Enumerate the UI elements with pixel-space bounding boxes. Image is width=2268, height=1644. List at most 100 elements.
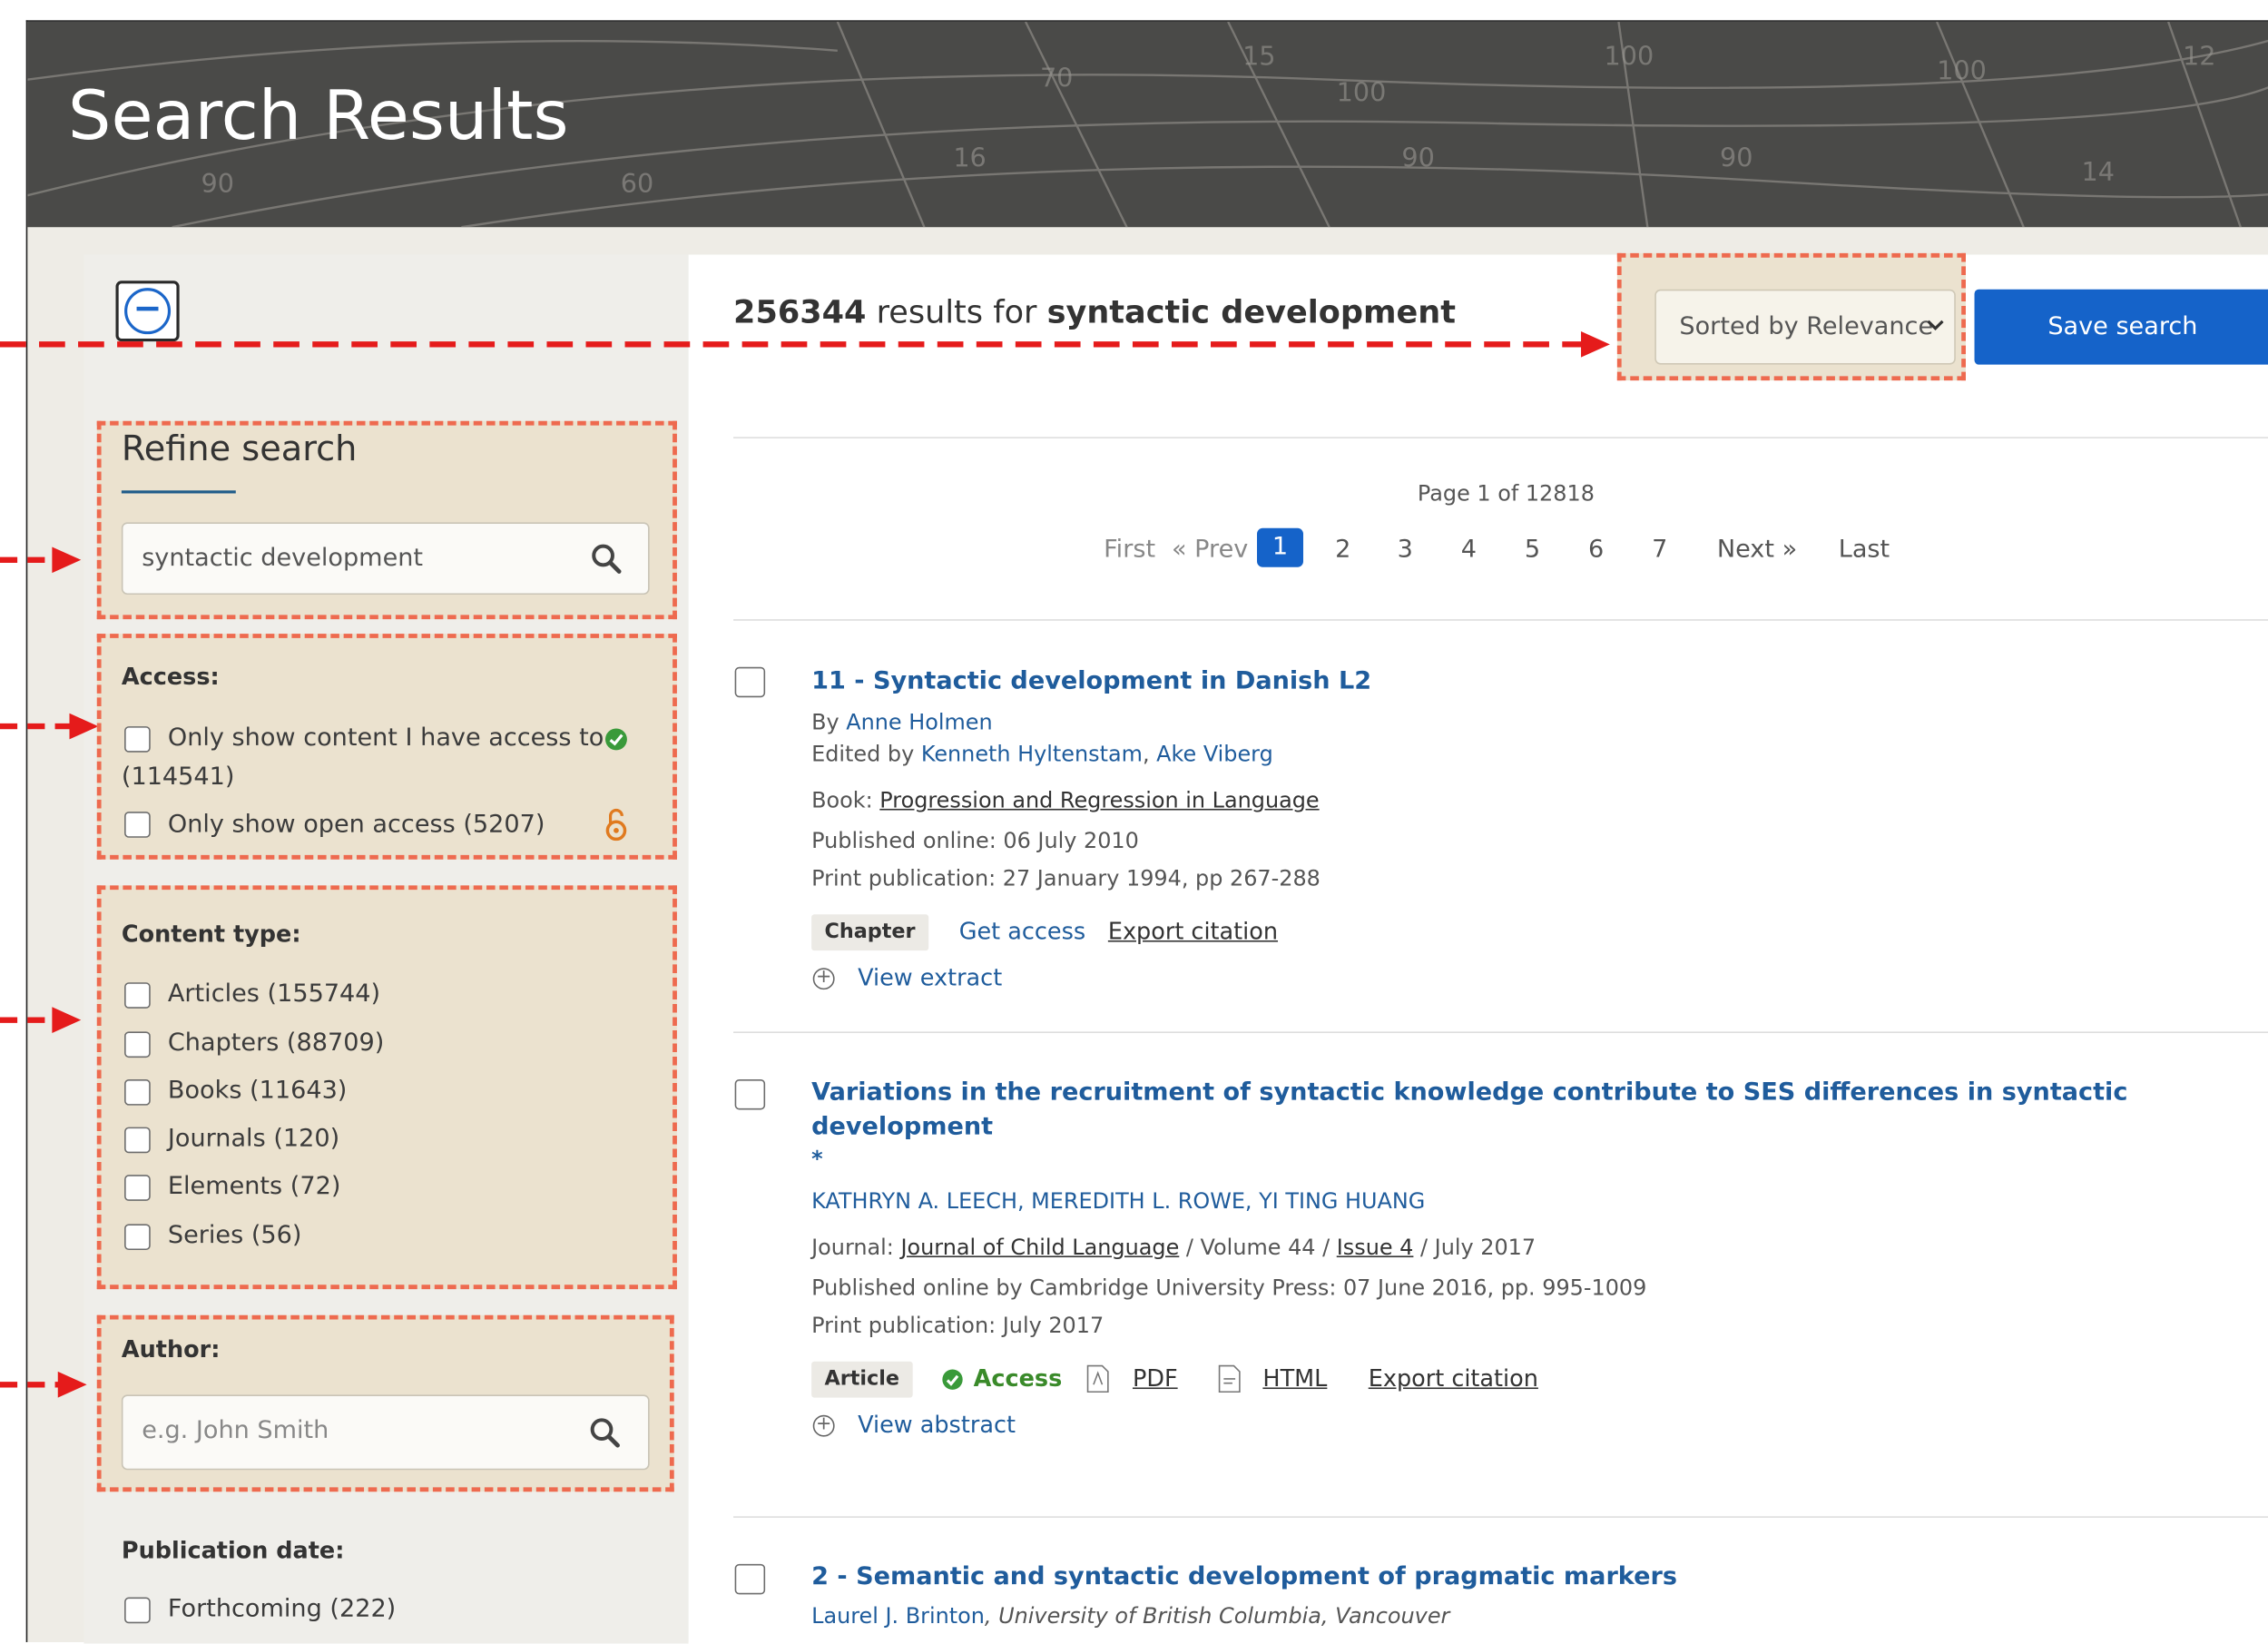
svg-text:60: 60 — [621, 168, 653, 199]
view-abstract-link[interactable]: View abstract — [858, 1411, 1016, 1438]
svg-text:100: 100 — [1605, 41, 1654, 72]
volume-text: / Volume 44 / — [1179, 1234, 1337, 1261]
view-extract-link[interactable]: View extract — [858, 963, 1002, 990]
search-icon[interactable] — [590, 543, 622, 575]
pagination-page[interactable]: 3 — [1398, 536, 1413, 565]
pagination-current[interactable]: 1 — [1257, 527, 1304, 567]
annotation-arrow-search — [0, 546, 82, 574]
page-title: Search Results — [67, 76, 569, 157]
author-input[interactable]: e.g. John Smith — [121, 1394, 650, 1471]
chevron-down-icon — [1927, 320, 1944, 331]
result-select-checkbox[interactable] — [734, 1563, 766, 1595]
check-circle-icon — [942, 1369, 963, 1390]
content-type-checkbox-chapters[interactable] — [124, 1031, 151, 1058]
svg-text:12: 12 — [2183, 41, 2215, 72]
book-link[interactable]: Progression and Regression in Language — [879, 787, 1319, 813]
issue-link[interactable]: Issue 4 — [1337, 1235, 1414, 1261]
editor-link[interactable]: Kenneth Hyltenstam — [921, 741, 1143, 767]
access-title: Access: — [121, 662, 220, 691]
pagination-page[interactable]: 2 — [1335, 536, 1350, 565]
refine-title-underline — [121, 490, 236, 494]
save-search-button[interactable]: Save search — [1974, 289, 2268, 365]
result-authors: By Anne Holmen — [811, 709, 993, 735]
author-link[interactable]: Laurel J. Brinton — [811, 1603, 985, 1629]
result-published-online: Published online: 06 July 2010 — [811, 827, 1139, 854]
plus-circle-icon[interactable]: + — [812, 1414, 835, 1437]
open-lock-icon — [605, 808, 627, 842]
svg-text:15: 15 — [1242, 41, 1275, 72]
plus-circle-icon[interactable]: + — [812, 968, 835, 990]
open-access-checkbox[interactable] — [124, 812, 151, 838]
get-access-link[interactable]: Get access — [959, 917, 1085, 944]
annotation-arrow-access — [0, 713, 99, 740]
sort-select[interactable]: Sorted by Relevance — [1654, 289, 1956, 365]
open-access-option-label: Only show open access (5207) — [167, 810, 545, 840]
content-type-label: Books (11643) — [167, 1076, 348, 1106]
result-journal: Journal: Journal of Child Language / Vol… — [811, 1235, 1536, 1261]
result-title[interactable]: 11 - Syntactic development in Danish L2 — [811, 667, 1371, 696]
svg-text:100: 100 — [1937, 55, 1987, 86]
html-icon[interactable] — [1218, 1364, 1242, 1393]
refine-search-title: Refine search — [121, 428, 358, 469]
pdf-link[interactable]: PDF — [1133, 1364, 1178, 1392]
result-select-checkbox[interactable] — [734, 666, 766, 698]
pagination-next[interactable]: Next » — [1717, 536, 1797, 565]
journal-prefix: Journal: — [811, 1234, 901, 1261]
result-select-checkbox[interactable] — [734, 1078, 766, 1110]
divider — [733, 1031, 2268, 1033]
publication-date-label: Forthcoming (222) — [167, 1594, 397, 1624]
export-citation-link[interactable]: Export citation — [1369, 1364, 1538, 1392]
result-title-line1[interactable]: Variations in the recruitment of syntact… — [811, 1078, 2127, 1107]
export-citation-link[interactable]: Export citation — [1108, 917, 1278, 944]
content-type-checkbox-series[interactable] — [124, 1224, 151, 1251]
journal-link[interactable]: Journal of Child Language — [900, 1235, 1179, 1261]
publication-date-checkbox-forthcoming[interactable] — [124, 1597, 151, 1624]
pagination-last[interactable]: Last — [1839, 536, 1890, 565]
pagination-page[interactable]: 4 — [1461, 536, 1477, 565]
svg-text:100: 100 — [1337, 77, 1387, 108]
content-type-label: Articles (155744) — [167, 980, 381, 1009]
page-info: Page 1 of 12818 — [1417, 480, 1595, 507]
pagination-page[interactable]: 6 — [1588, 536, 1604, 565]
result-authors[interactable]: KATHRYN A. LEECH, MEREDITH L. ROWE, YI T… — [811, 1188, 1425, 1215]
access-option-count: (114541) — [121, 762, 235, 792]
html-link[interactable]: HTML — [1262, 1364, 1327, 1392]
svg-text:16: 16 — [953, 142, 986, 172]
content-type-label: Series (56) — [167, 1221, 302, 1251]
access-option-label: Only show content I have access to — [167, 723, 604, 753]
svg-text:14: 14 — [2081, 156, 2114, 187]
content-type-label: Elements (72) — [167, 1171, 341, 1201]
pagination-prev[interactable]: « Prev — [1172, 536, 1248, 565]
publication-date-title: Publication date: — [121, 1536, 345, 1564]
result-print-publication: Print publication: July 2017 — [811, 1312, 1105, 1339]
content-type-badge: Chapter — [811, 914, 928, 951]
refine-search-input[interactable]: syntactic development — [121, 522, 650, 596]
author-affiliation: , University of British Columbia, Vancou… — [984, 1602, 1450, 1629]
result-source: Book: Progression and Regression in Lang… — [811, 787, 1320, 813]
result-authors: Laurel J. Brinton, University of British… — [811, 1603, 1449, 1629]
author-search-icon[interactable] — [589, 1416, 621, 1448]
result-print-publication: Print publication: 27 January 1994, pp 2… — [811, 865, 1321, 891]
access-checkbox[interactable] — [124, 726, 151, 753]
result-title[interactable]: 2 - Semantic and syntactic development o… — [811, 1562, 1677, 1591]
results-for-text: results for — [866, 295, 1047, 331]
content-type-title: Content type: — [121, 920, 301, 948]
content-type-label: Chapters (88709) — [167, 1029, 385, 1058]
content-type-checkbox-journals[interactable] — [124, 1127, 151, 1154]
pagination-page[interactable]: 7 — [1652, 536, 1667, 565]
result-title-line2[interactable]: development — [811, 1113, 993, 1142]
pagination-page[interactable]: 5 — [1525, 536, 1540, 565]
content-type-checkbox-books[interactable] — [124, 1078, 151, 1106]
content-type-label: Journals (120) — [167, 1124, 340, 1154]
pdf-icon[interactable] — [1086, 1364, 1110, 1393]
check-circle-icon — [605, 728, 627, 751]
pagination-first[interactable]: First — [1104, 536, 1155, 565]
editor-separator: , — [1142, 741, 1157, 767]
content-type-checkbox-articles[interactable] — [124, 982, 151, 1009]
results-query: syntactic development — [1046, 295, 1457, 331]
annotation-arrow-author — [0, 1371, 87, 1398]
author-link[interactable]: Anne Holmen — [846, 709, 992, 735]
editor-link[interactable]: Ake Viberg — [1156, 741, 1273, 767]
result-editors: Edited by Kenneth Hyltenstam, Ake Viberg — [811, 741, 1273, 767]
content-type-checkbox-elements[interactable] — [124, 1175, 151, 1201]
